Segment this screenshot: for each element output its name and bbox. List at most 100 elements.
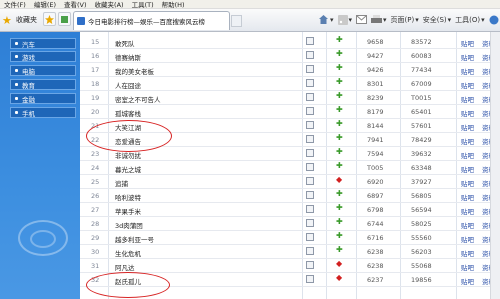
tieba-link[interactable]: 贴吧: [461, 38, 474, 48]
menu-help[interactable]: 帮助(H): [162, 0, 185, 9]
movie-title[interactable]: 3d肉蒲团: [115, 220, 143, 230]
help-button[interactable]: [489, 15, 499, 25]
search-box-icon[interactable]: [306, 275, 314, 283]
sidebar-item-computers[interactable]: 电脑: [10, 65, 76, 76]
menu-view[interactable]: 查看(V): [64, 0, 87, 9]
search-box-icon[interactable]: [306, 233, 314, 241]
search-box-icon[interactable]: [306, 107, 314, 115]
menu-bar: 文件(F) 编辑(E) 查看(V) 收藏夹(A) 工具(T) 帮助(H): [0, 0, 500, 9]
browser-toolbar: ★ 收藏夹 今日电影排行榜—娱乐—百度搜索风云榜 ▾ ▾ ▾ 页面(P) ▾ 安全…: [0, 9, 500, 32]
trend-up-icon: ✚: [336, 77, 343, 86]
quick-buttons: [43, 12, 71, 26]
search-box-icon[interactable]: [306, 65, 314, 73]
page-favicon: [77, 17, 85, 25]
search-index: 6716: [367, 234, 384, 242]
movie-title[interactable]: 苹果手米: [115, 206, 141, 216]
sidebar-item-finance[interactable]: 金融: [10, 93, 76, 104]
movie-title[interactable]: 越多利亚一号: [115, 234, 154, 244]
mail-icon: [356, 15, 368, 24]
movie-title[interactable]: 暮光之城: [115, 164, 141, 174]
search-count: 19856: [411, 276, 432, 284]
search-box-icon[interactable]: [306, 261, 314, 269]
movie-title[interactable]: 阿凡达: [115, 262, 135, 272]
tieba-link[interactable]: 贴吧: [461, 108, 474, 118]
trend-up-icon: ✚: [336, 49, 343, 58]
bullet-icon: [15, 69, 18, 72]
movie-title[interactable]: 孤城客栈: [115, 108, 141, 118]
vertical-scrollbar[interactable]: [490, 32, 500, 299]
search-box-icon[interactable]: [306, 219, 314, 227]
tieba-link[interactable]: 贴吧: [461, 164, 474, 174]
tieba-link[interactable]: 贴吧: [461, 234, 474, 244]
tieba-link[interactable]: 贴吧: [461, 248, 474, 258]
tieba-link[interactable]: 贴吧: [461, 178, 474, 188]
search-box-icon[interactable]: [306, 79, 314, 87]
search-count: 67009: [411, 80, 432, 88]
sidebar-item-education[interactable]: 教育: [10, 79, 76, 90]
tieba-link[interactable]: 贴吧: [461, 136, 474, 146]
movie-title[interactable]: 敢死队: [115, 38, 135, 48]
menu-favorites[interactable]: 收藏夹(A): [95, 0, 124, 9]
page-menu[interactable]: 页面(P) ▾: [391, 15, 419, 25]
movie-title[interactable]: 我的美女老板: [115, 66, 154, 76]
rank-number: 17: [91, 66, 100, 74]
tieba-link[interactable]: 贴吧: [461, 52, 474, 62]
tieba-link[interactable]: 贴吧: [461, 220, 474, 230]
search-count: 78429: [411, 136, 432, 144]
menu-file[interactable]: 文件(F): [4, 0, 26, 9]
tab-active[interactable]: 今日电影排行榜—娱乐—百度搜索风云榜: [73, 11, 230, 30]
movie-title[interactable]: 人在囧途: [115, 80, 141, 90]
search-box-icon[interactable]: [306, 163, 314, 171]
ranking-table: 15 敢死队 ✚ 9658 83572 贴吧 资料 16 德赛纳斯 ✚ 9427 60083 贴吧 资料 1…: [80, 32, 500, 299]
tools-menu[interactable]: 工具(O) ▾: [455, 15, 485, 25]
add-favorite-icon: [45, 14, 54, 24]
search-box-icon[interactable]: [306, 37, 314, 45]
bullet-icon: [15, 42, 18, 45]
feeds-button[interactable]: ▾: [337, 14, 352, 25]
new-tab-button[interactable]: [231, 15, 242, 27]
sidebar-item-label: 金融: [22, 95, 35, 104]
search-box-icon[interactable]: [306, 177, 314, 185]
tieba-link[interactable]: 贴吧: [461, 192, 474, 202]
menu-tools[interactable]: 工具(T): [132, 0, 154, 9]
command-bar: ▾ ▾ ▾ 页面(P) ▾ 安全(S) ▾ 工具(O) ▾: [318, 14, 499, 25]
menu-edit[interactable]: 编辑(E): [34, 0, 56, 9]
print-button[interactable]: ▾: [371, 14, 387, 25]
tieba-link[interactable]: 贴吧: [461, 122, 474, 132]
search-count: 56203: [411, 248, 432, 256]
movie-title[interactable]: 追捕: [115, 178, 128, 188]
table-row: 31 阿凡达 ◆ 6238 55068 贴吧 资料: [80, 259, 500, 273]
search-box-icon[interactable]: [306, 93, 314, 101]
search-box-icon[interactable]: [306, 205, 314, 213]
tieba-link[interactable]: 贴吧: [461, 150, 474, 160]
movie-title[interactable]: 密室之不可告人: [115, 94, 161, 104]
search-box-icon[interactable]: [306, 247, 314, 255]
tieba-link[interactable]: 贴吧: [461, 94, 474, 104]
search-count: 37927: [411, 178, 432, 186]
safety-menu[interactable]: 安全(S) ▾: [423, 15, 451, 25]
suggested-sites-button[interactable]: [58, 12, 71, 26]
search-box-icon[interactable]: [306, 135, 314, 143]
tieba-link[interactable]: 贴吧: [461, 66, 474, 76]
tieba-link[interactable]: 贴吧: [461, 80, 474, 90]
movie-title[interactable]: 哈利波特: [115, 192, 141, 202]
add-favorite-button[interactable]: [43, 12, 56, 26]
movie-title[interactable]: 德赛纳斯: [115, 52, 141, 62]
sidebar-item-games[interactable]: 游戏: [10, 51, 76, 62]
rank-number: 18: [91, 80, 100, 88]
search-box-icon[interactable]: [306, 121, 314, 129]
tieba-link[interactable]: 贴吧: [461, 206, 474, 216]
tieba-link[interactable]: 贴吧: [461, 262, 474, 272]
search-box-icon[interactable]: [306, 51, 314, 59]
rank-number: 20: [91, 108, 100, 116]
movie-title[interactable]: 生化危机: [115, 248, 141, 258]
search-box-icon[interactable]: [306, 191, 314, 199]
home-button[interactable]: ▾: [318, 14, 334, 25]
favorites-button[interactable]: ★ 收藏夹: [2, 12, 37, 28]
mail-button[interactable]: [356, 15, 368, 24]
sidebar-item-cars[interactable]: 汽车: [10, 38, 76, 49]
tieba-link[interactable]: 贴吧: [461, 276, 474, 286]
rank-number: 31: [91, 262, 100, 270]
sidebar-item-phones[interactable]: 手机: [10, 107, 76, 118]
search-box-icon[interactable]: [306, 149, 314, 157]
